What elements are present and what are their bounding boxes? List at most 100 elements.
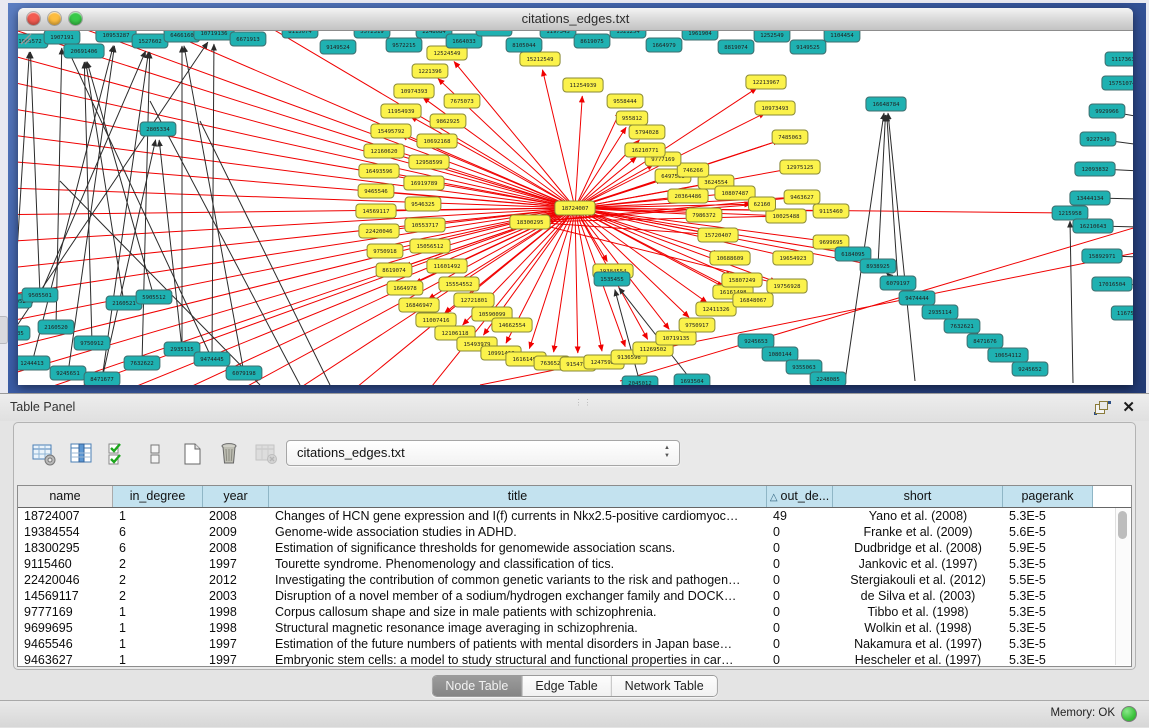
graph-node-label: 9750918 — [373, 249, 397, 255]
cell-name: 14569117 — [18, 588, 113, 604]
create-column-icon — [179, 441, 205, 467]
graph-node-label: 10974393 — [401, 89, 428, 95]
cell-year: 1997 — [203, 636, 269, 652]
graph-node-label: 1961904 — [688, 31, 712, 37]
cell-year: 2003 — [203, 588, 269, 604]
cell-title: Embryonic stem cells: a model to study s… — [269, 652, 767, 667]
table-scrollbar-thumb[interactable] — [1118, 511, 1127, 539]
column-header-short[interactable]: short — [833, 486, 1003, 507]
cell-in_degree: 1 — [113, 604, 203, 620]
graph-node-label: 1244413 — [20, 361, 44, 367]
table-row[interactable]: 2242004622012Investigating the contribut… — [18, 572, 1131, 588]
collapsed-panel-handle[interactable] — [0, 316, 8, 344]
unselect-rows-button[interactable] — [141, 440, 169, 468]
cell-year: 2008 — [203, 508, 269, 524]
network-window[interactable]: 1872400712524549122139610974393119549391… — [18, 8, 1133, 385]
table-row[interactable]: 1938455462009Genome-wide association stu… — [18, 524, 1131, 540]
cell-title: Investigating the contribution of common… — [269, 572, 767, 588]
table-scrollbar[interactable] — [1115, 508, 1130, 665]
network-graph[interactable]: 1872400712524549122139610974393119549391… — [18, 31, 1133, 385]
cell-short: Tibbo et al. (1998) — [833, 604, 1003, 620]
table-row[interactable]: 946554611997Estimation of the future num… — [18, 636, 1131, 652]
graph-node-label: 9149525 — [796, 45, 820, 51]
table-type-tabs: Node TableEdge TableNetwork Table — [431, 675, 717, 697]
table-selector-value: citations_edges.txt — [297, 445, 405, 460]
graph-node-label: 6466160 — [170, 33, 194, 39]
cell-pagerank: 5.3E-5 — [1003, 556, 1093, 572]
show-columns-icon — [68, 441, 94, 467]
table-row[interactable]: 1830029562008Estimation of significance … — [18, 540, 1131, 556]
create-column-button[interactable] — [178, 440, 206, 468]
graph-node-label: 10654112 — [995, 353, 1022, 359]
graph-node-label: 7485063 — [778, 135, 802, 141]
column-header-in_degree[interactable]: in_degree — [113, 486, 203, 507]
cell-pagerank: 5.3E-5 — [1003, 588, 1093, 604]
table-row[interactable]: 969969511998Structural magnetic resonanc… — [18, 620, 1131, 636]
graph-node-label: 2248085 — [816, 377, 840, 383]
memory-status-label: Memory: OK — [1050, 707, 1115, 719]
cell-pagerank: 5.5E-5 — [1003, 572, 1093, 588]
table-row[interactable]: 977716911998Corpus callosum shape and si… — [18, 604, 1131, 620]
graph-node-label: 15056512 — [417, 244, 444, 250]
network-window-titlebar[interactable]: citations_edges.txt — [18, 8, 1133, 31]
graph-node-label: 1215958 — [1058, 211, 1082, 217]
graph-node-label: 10590099 — [479, 312, 506, 318]
cell-name: 18300295 — [18, 540, 113, 556]
table-row[interactable]: 946362711997Embryonic stem cells: a mode… — [18, 652, 1131, 667]
cell-in_degree: 2 — [113, 588, 203, 604]
graph-node-label: 10719135 — [663, 336, 690, 342]
close-panel-icon[interactable]: ✕ — [1122, 398, 1135, 416]
graph-node-label: 16846947 — [406, 303, 433, 309]
table-row[interactable]: 1872400712008Changes of HCN gene express… — [18, 508, 1131, 524]
graph-node-label: 15751074 — [1109, 81, 1133, 87]
tab-network-table[interactable]: Network Table — [612, 676, 717, 696]
cell-out_de: 49 — [767, 508, 833, 524]
cell-short: Dudbridge et al. (2008) — [833, 540, 1003, 556]
graph-node-label: 12213967 — [753, 80, 780, 86]
column-header-year[interactable]: year — [203, 486, 269, 507]
cell-name: 19384554 — [18, 524, 113, 540]
cell-pagerank: 5.3E-5 — [1003, 508, 1093, 524]
tab-node-table[interactable]: Node Table — [432, 676, 522, 696]
graph-node-label: 7632622 — [130, 361, 154, 367]
column-header-out_de[interactable]: △out_de... — [767, 486, 833, 507]
graph-node-label: 62160 — [754, 202, 771, 208]
float-panel-icon[interactable] — [1095, 401, 1109, 414]
cell-title: Corpus callosum shape and size in male p… — [269, 604, 767, 620]
graph-node-label: 1197343 — [546, 31, 570, 35]
column-header-title[interactable]: title — [269, 486, 767, 507]
graph-node-label: 12975125 — [787, 165, 814, 171]
panel-drag-grip[interactable]: ⋮⋮ — [575, 398, 593, 407]
select-all-columns-button[interactable] — [104, 440, 132, 468]
graph-node-label: 1080144 — [768, 352, 792, 358]
table-row[interactable]: 1456911722003Disruption of a novel membe… — [18, 588, 1131, 604]
cell-out_de: 0 — [767, 620, 833, 636]
cell-name: 18724007 — [18, 508, 113, 524]
cell-pagerank: 5.3E-5 — [1003, 604, 1093, 620]
graph-node-label: 9245651 — [56, 371, 80, 377]
graph-node-label: 1664978 — [393, 286, 417, 292]
graph-node-label: 7675073 — [450, 99, 474, 105]
window-resize-grip[interactable] — [18, 31, 32, 45]
graph-node-label: 6184095 — [841, 252, 865, 258]
graph-node-label: 12160620 — [371, 149, 398, 155]
table-mode-button[interactable] — [30, 440, 58, 468]
cell-out_de: 0 — [767, 636, 833, 652]
memory-status-indicator[interactable] — [1121, 706, 1137, 722]
graph-node-label: 18724007 — [562, 206, 589, 212]
show-columns-button[interactable] — [67, 440, 95, 468]
table-selector-dropdown[interactable]: citations_edges.txt ▲▼ — [286, 440, 680, 466]
network-view[interactable]: 1872400712524549122139610974393119549391… — [18, 31, 1133, 385]
delete-table-button[interactable] — [252, 440, 280, 468]
tab-edge-table[interactable]: Edge Table — [522, 676, 611, 696]
graph-node-label: 22420046 — [366, 229, 393, 235]
table-row[interactable]: 911546021997Tourette syndrome. Phenomeno… — [18, 556, 1131, 572]
graph-node-label: 15720407 — [705, 233, 732, 239]
delete-columns-button[interactable] — [215, 440, 243, 468]
graph-node-label: 9463627 — [790, 195, 814, 201]
graph-node-label: 10719136 — [201, 31, 228, 37]
column-header-name[interactable]: name — [18, 486, 113, 507]
table-panel-header: Table Panel ⋮⋮ ✕ — [0, 394, 1149, 421]
cell-name: 9777169 — [18, 604, 113, 620]
column-header-pagerank[interactable]: pagerank — [1003, 486, 1093, 507]
